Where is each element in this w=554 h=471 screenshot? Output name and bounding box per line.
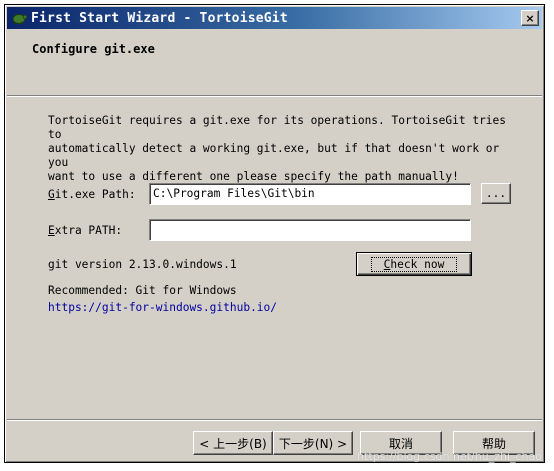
description-line: automatically detect a working git.exe, … xyxy=(48,142,500,169)
git-version-text: git version 2.13.0.windows.1 xyxy=(48,258,237,271)
next-button[interactable]: 下一步(N) > xyxy=(273,431,353,455)
close-icon: × xyxy=(525,11,535,25)
git-for-windows-link[interactable]: https://git-for-windows.github.io/ xyxy=(48,301,277,314)
extra-path-input[interactable] xyxy=(149,219,471,241)
check-now-label: Check now xyxy=(370,256,458,272)
window-title: First Start Wizard - TortoiseGit xyxy=(31,10,288,26)
page-title: Configure git.exe xyxy=(32,42,155,56)
check-now-button[interactable]: Check now xyxy=(356,252,472,276)
wizard-header: Configure git.exe xyxy=(7,29,542,95)
description-line: TortoiseGit requires a git.exe for its o… xyxy=(48,114,507,141)
recommended-text: Recommended: Git for Windows xyxy=(48,284,237,297)
extra-path-label: Extra PATH: xyxy=(48,224,123,237)
description-text: TortoiseGit requires a git.exe for its o… xyxy=(48,114,518,184)
browse-button[interactable]: ... xyxy=(481,183,511,204)
tortoise-icon xyxy=(10,10,28,26)
wizard-window: First Start Wizard - TortoiseGit × Confi… xyxy=(4,4,545,463)
git-path-input[interactable]: C:\Program Files\Git\bin xyxy=(149,183,471,205)
git-path-label: Git.exe Path: xyxy=(48,188,136,201)
title-bar[interactable]: First Start Wizard - TortoiseGit × xyxy=(7,7,542,29)
back-button[interactable]: < 上一步(B) xyxy=(193,431,273,455)
close-button[interactable]: × xyxy=(521,10,539,26)
description-line: want to use a different one please speci… xyxy=(48,170,459,183)
wizard-content: TortoiseGit requires a git.exe for its o… xyxy=(7,97,542,419)
watermark-text: https://blog.csdn.net/hu_zhi_chao xyxy=(357,450,542,463)
